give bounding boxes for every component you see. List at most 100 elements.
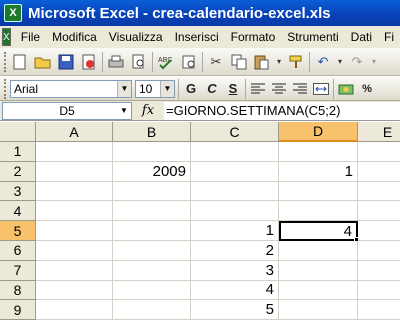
row-header-1[interactable]: 1 — [0, 142, 36, 162]
merge-center-icon[interactable] — [312, 80, 330, 98]
print-icon[interactable] — [106, 52, 126, 72]
cell-d7[interactable] — [279, 260, 358, 281]
chevron-down-icon[interactable]: ▼ — [117, 80, 131, 97]
redo-chevron-icon[interactable]: ▾ — [370, 52, 378, 72]
chevron-down-icon[interactable]: ▼ — [117, 103, 131, 119]
menu-finestra[interactable]: Fi — [378, 30, 400, 44]
cell-e1[interactable] — [358, 142, 400, 162]
cell-e7[interactable] — [358, 260, 400, 281]
name-box[interactable]: D5 ▼ — [2, 101, 132, 120]
row-header-2[interactable]: 2 — [0, 161, 36, 182]
cell-a7[interactable] — [36, 260, 113, 281]
cell-a1[interactable] — [36, 142, 113, 162]
cell-b7[interactable] — [113, 260, 191, 281]
research-icon[interactable] — [179, 52, 199, 72]
undo-chevron-icon[interactable]: ▾ — [336, 52, 344, 72]
copy-icon[interactable] — [229, 52, 249, 72]
cell-e2[interactable] — [358, 161, 400, 182]
cell-c5[interactable]: 1 — [191, 221, 279, 241]
font-size-combo[interactable]: 10 ▼ — [135, 79, 175, 98]
cell-d6[interactable] — [279, 241, 358, 261]
undo-icon[interactable]: ↶ — [313, 52, 333, 72]
cell-d9[interactable] — [279, 300, 358, 320]
active-cell-d5[interactable]: 4 — [279, 221, 358, 241]
cell-b2[interactable]: 2009 — [113, 161, 191, 182]
paste-icon[interactable] — [252, 52, 272, 72]
cell-c7[interactable]: 3 — [191, 260, 279, 281]
column-header-d[interactable]: D — [279, 122, 358, 142]
cell-b5[interactable] — [113, 221, 191, 241]
cut-icon[interactable]: ✂ — [206, 52, 226, 72]
workbook-icon[interactable]: X — [2, 28, 11, 46]
cell-e6[interactable] — [358, 241, 400, 261]
bold-button[interactable]: G — [182, 80, 200, 98]
underline-button[interactable]: S — [224, 80, 242, 98]
menu-modifica[interactable]: Modifica — [46, 30, 103, 44]
cell-a3[interactable] — [36, 181, 113, 202]
cell-b9[interactable] — [113, 300, 191, 320]
paste-options-chevron-icon[interactable]: ▾ — [275, 52, 283, 72]
cell-a5[interactable] — [36, 221, 113, 241]
open-icon[interactable] — [33, 52, 53, 72]
row-header-9[interactable]: 9 — [0, 300, 36, 320]
align-left-icon[interactable] — [249, 80, 267, 98]
column-header-c[interactable]: C — [191, 122, 279, 142]
cell-a6[interactable] — [36, 241, 113, 261]
row-header-4[interactable]: 4 — [0, 201, 36, 222]
column-header-a[interactable]: A — [36, 122, 113, 142]
cell-a4[interactable] — [36, 201, 113, 222]
menu-strumenti[interactable]: Strumenti — [281, 30, 344, 44]
insert-function-icon[interactable]: fx — [132, 103, 164, 118]
menu-dati[interactable]: Dati — [345, 30, 378, 44]
column-header-e[interactable]: E — [358, 122, 400, 142]
menu-visualizza[interactable]: Visualizza — [103, 30, 169, 44]
row-header-3[interactable]: 3 — [0, 181, 36, 202]
align-right-icon[interactable] — [291, 80, 309, 98]
cell-a2[interactable] — [36, 161, 113, 182]
cell-d8[interactable] — [279, 280, 358, 301]
cell-c9[interactable]: 5 — [191, 300, 279, 320]
row-header-7[interactable]: 7 — [0, 260, 36, 281]
menu-formato[interactable]: Formato — [225, 30, 282, 44]
print-preview-icon[interactable] — [129, 52, 149, 72]
cell-b6[interactable] — [113, 241, 191, 261]
cell-d2[interactable]: 1 — [279, 161, 358, 182]
row-header-8[interactable]: 8 — [0, 280, 36, 301]
cell-c3[interactable] — [191, 181, 279, 202]
cell-e8[interactable] — [358, 280, 400, 301]
cell-b8[interactable] — [113, 280, 191, 301]
cell-b4[interactable] — [113, 201, 191, 222]
cell-b3[interactable] — [113, 181, 191, 202]
cell-e3[interactable] — [358, 181, 400, 202]
cell-c6[interactable]: 2 — [191, 241, 279, 261]
cell-d1[interactable] — [279, 142, 358, 162]
format-painter-icon[interactable] — [286, 52, 306, 72]
currency-icon[interactable] — [337, 80, 355, 98]
cell-e9[interactable] — [358, 300, 400, 320]
cell-a9[interactable] — [36, 300, 113, 320]
row-header-5[interactable]: 5 — [0, 221, 36, 241]
toolbar-grip[interactable] — [4, 78, 7, 99]
formula-input[interactable]: =GIORNO.SETTIMANA(C5;2) — [164, 101, 400, 120]
cell-c2[interactable] — [191, 161, 279, 182]
save-icon[interactable] — [56, 52, 76, 72]
row-header-6[interactable]: 6 — [0, 241, 36, 261]
percent-icon[interactable]: % — [358, 80, 376, 98]
italic-button[interactable]: C — [203, 80, 221, 98]
new-icon[interactable] — [10, 52, 30, 72]
column-header-b[interactable]: B — [113, 122, 191, 142]
menu-inserisci[interactable]: Inserisci — [169, 30, 225, 44]
chevron-down-icon[interactable]: ▼ — [160, 80, 174, 97]
cell-c8[interactable]: 4 — [191, 280, 279, 301]
cell-d4[interactable] — [279, 201, 358, 222]
menu-file[interactable]: File — [15, 30, 46, 44]
font-name-combo[interactable]: Arial ▼ — [10, 79, 132, 98]
cell-d3[interactable] — [279, 181, 358, 202]
select-all-corner[interactable] — [0, 122, 36, 142]
cell-a8[interactable] — [36, 280, 113, 301]
cell-b1[interactable] — [113, 142, 191, 162]
cell-c4[interactable] — [191, 201, 279, 222]
align-center-icon[interactable] — [270, 80, 288, 98]
spelling-icon[interactable]: ABC — [156, 52, 176, 72]
permission-icon[interactable] — [79, 52, 99, 72]
